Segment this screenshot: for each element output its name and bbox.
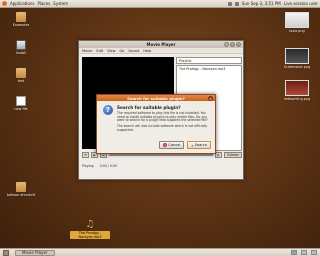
install-icon <box>16 40 26 50</box>
dialog-titlebar[interactable]: Search for suitable plugin? × <box>97 95 215 101</box>
desktop-icon-label: The Prodigy - Narayan.mp3 <box>70 231 110 239</box>
close-icon[interactable]: × <box>208 95 213 101</box>
image-thumbnail-icon <box>285 48 309 64</box>
file-icon <box>16 96 26 106</box>
search-label: Search <box>194 143 207 147</box>
clock[interactable]: Sun Sep 3, 3:51 PM <box>242 1 281 6</box>
search-button[interactable]: ⌕ Search <box>187 141 211 149</box>
cancel-button[interactable]: × Cancel <box>159 141 185 149</box>
cancel-icon: × <box>163 143 168 147</box>
window-titlebar[interactable]: Movie Player – □ × <box>79 41 243 48</box>
sidebar-select[interactable]: Playlist <box>176 57 242 64</box>
desktop-icon-install[interactable]: Install <box>4 40 38 55</box>
folder-icon <box>16 182 26 192</box>
top-panel: Applications Places System Sun Sep 3, 3:… <box>0 0 320 8</box>
desktop-icon-label: Install <box>15 51 27 55</box>
desktop-icon-label: test <box>17 79 25 83</box>
panel-menu: Applications Places System <box>2 1 68 6</box>
sidebar-toggle-button[interactable]: Sidebar <box>223 152 242 158</box>
folder-icon <box>16 12 26 22</box>
trash-icon[interactable] <box>311 250 317 255</box>
image-thumbnail-icon <box>285 80 309 96</box>
workspace-2[interactable] <box>301 250 307 255</box>
workspace-1[interactable] <box>291 250 297 255</box>
workspace-switcher <box>291 250 317 255</box>
previous-icon[interactable]: ⏮ <box>82 152 89 158</box>
panel-tray: Sun Sep 3, 3:51 PM Live session user <box>227 1 318 6</box>
close-icon[interactable]: × <box>236 42 241 47</box>
desktop-icon-mp3[interactable]: ♫ The Prodigy - Narayan.mp3 <box>70 220 110 239</box>
desktop-thumb-2[interactable]: Screenshot.png <box>280 48 314 69</box>
desktop-icon-label: new file <box>14 107 28 111</box>
menu-edit[interactable]: Edit <box>96 49 103 53</box>
desktop-icon-label: lasio.png <box>289 29 305 33</box>
menubar: Movie Edit View Go Sound Help <box>79 48 243 54</box>
playlist-item[interactable]: The Prodigy - Narayan.mp3 <box>179 67 239 71</box>
desktop-thumb-3[interactable]: networking.png <box>280 80 314 101</box>
menu-movie[interactable]: Movie <box>82 49 92 53</box>
menu-help[interactable]: Help <box>143 49 151 53</box>
dialog-paragraph: The search will also include software wh… <box>117 124 208 132</box>
desktop-icon-label: tofbroe ahrsrhrtf <box>6 193 36 197</box>
statusbar: Playing 0:00 / 0:00 <box>82 163 242 169</box>
image-thumbnail-icon <box>285 12 309 28</box>
minimize-icon[interactable]: – <box>224 42 229 47</box>
volume-icon[interactable] <box>234 1 239 6</box>
menu-view[interactable]: View <box>107 49 115 53</box>
plugin-search-dialog: Search for suitable plugin? × ? Search f… <box>96 94 216 154</box>
dialog-heading: Search for suitable plugin? <box>117 105 181 110</box>
dialog-paragraph: The required software to play this file … <box>117 111 208 123</box>
taskbar-item-movie-player[interactable]: Movie Player <box>15 249 55 256</box>
network-icon[interactable] <box>227 1 232 6</box>
desktop-icon-label: Screenshot.png <box>283 65 311 69</box>
menu-places[interactable]: Places <box>37 1 50 6</box>
dialog-body: The required software to play this file … <box>117 111 213 133</box>
desktop-icon-folder[interactable]: tofbroe ahrsrhrtf <box>4 182 38 197</box>
desktop-icon-test[interactable]: test <box>4 68 38 83</box>
music-note-icon: ♫ <box>85 219 95 230</box>
menu-sound[interactable]: Sound <box>128 49 139 53</box>
question-icon: ? <box>103 105 113 115</box>
status-text: Playing <box>82 164 94 168</box>
desktop-icon-label: networking.png <box>283 97 311 101</box>
desktop-icon-examples[interactable]: Examples <box>4 12 38 27</box>
folder-icon <box>16 68 26 78</box>
menu-system[interactable]: System <box>53 1 68 6</box>
window-title: Movie Player <box>146 42 176 47</box>
bottom-panel: Movie Player <box>0 248 320 256</box>
desktop-icon-new-file[interactable]: new file <box>4 96 38 111</box>
desktop-icon-label: Examples <box>12 23 30 27</box>
window-buttons: – □ × <box>224 42 241 47</box>
dialog-buttons: × Cancel ⌕ Search <box>159 141 211 149</box>
status-time: 0:00 / 0:00 <box>99 164 117 168</box>
menu-applications[interactable]: Applications <box>10 1 34 6</box>
maximize-icon[interactable]: □ <box>230 42 235 47</box>
show-desktop-icon[interactable] <box>3 249 9 256</box>
menu-go[interactable]: Go <box>119 49 124 53</box>
search-icon: ⌕ <box>191 142 194 148</box>
seek-bar[interactable] <box>109 154 213 156</box>
user-session[interactable]: Live session user <box>284 1 318 6</box>
cancel-label: Cancel <box>168 143 181 147</box>
dialog-title: Search for suitable plugin? <box>127 95 185 101</box>
ubuntu-logo-icon[interactable] <box>2 1 7 6</box>
desktop-thumb-1[interactable]: lasio.png <box>280 12 314 33</box>
